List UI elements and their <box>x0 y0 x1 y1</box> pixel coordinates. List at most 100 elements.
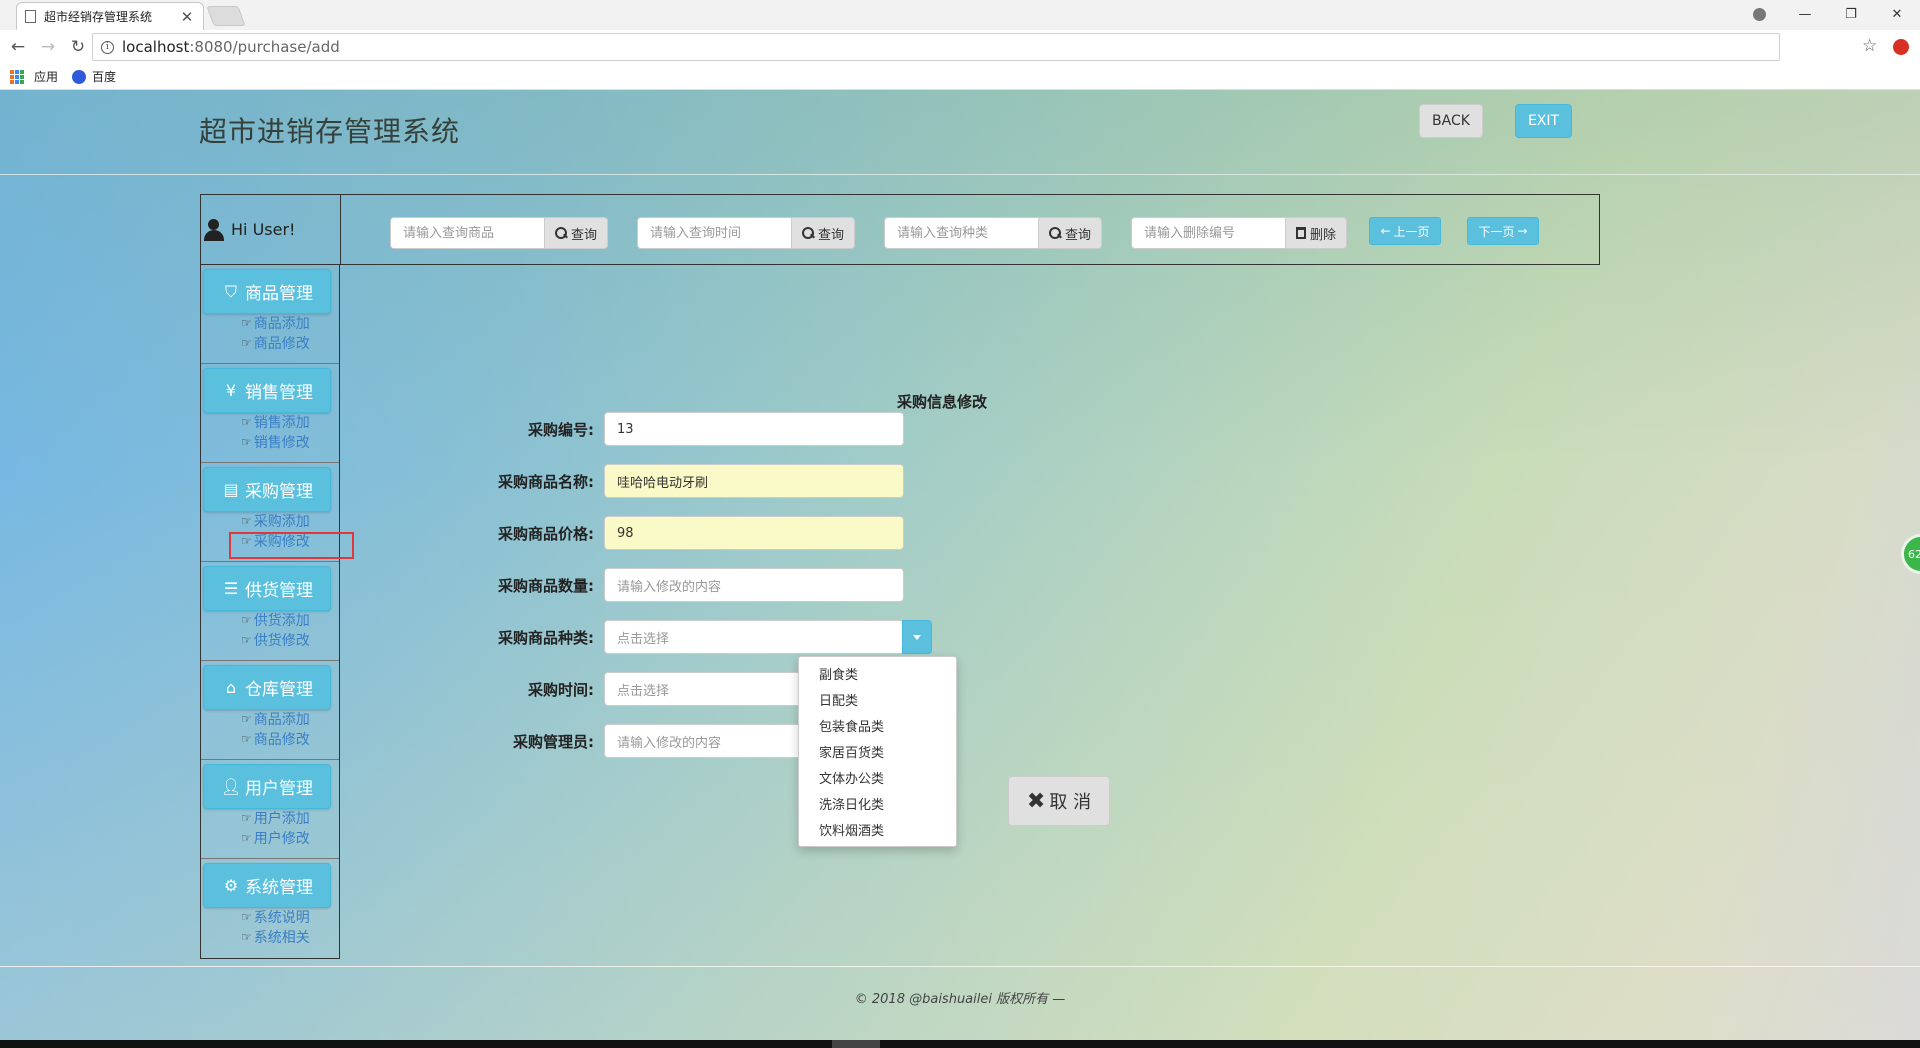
sidebar-link-warehouse-edit[interactable]: ☞ 商品修改 <box>241 729 310 749</box>
search-icon <box>1049 227 1061 239</box>
delete-id-input[interactable] <box>1131 217 1286 249</box>
floating-badge[interactable]: 62 <box>1901 534 1920 574</box>
sidebar-link-sales-edit[interactable]: ☞ 销售修改 <box>241 432 310 452</box>
user-icon <box>203 218 225 241</box>
field-label: 采购商品价格: <box>498 524 594 543</box>
field-label: 采购编号: <box>528 420 594 439</box>
sidebar-link-label: 供货修改 <box>253 633 310 649</box>
hand-pointer-icon: ☞ <box>241 336 252 350</box>
field-label: 采购商品数量: <box>498 576 594 595</box>
sidebar-link-label: 系统说明 <box>253 910 310 926</box>
user-icon: 👤︎ <box>221 777 242 796</box>
sidebar-link-warehouse-add[interactable]: ☞ 商品添加 <box>241 709 310 729</box>
restore-button[interactable]: ❐ <box>1828 0 1874 28</box>
bookmark-star-icon[interactable]: ☆ <box>1862 36 1877 56</box>
dropdown-option[interactable]: 日配类 <box>799 689 956 715</box>
hand-pointer-icon: ☞ <box>241 930 252 944</box>
hand-pointer-icon: ☞ <box>241 732 252 746</box>
sidebar-head-supply[interactable]: ☰ 供货管理 <box>203 566 331 611</box>
category-search-label: 查询 <box>1065 227 1092 243</box>
sidebar-link-label: 商品添加 <box>253 712 310 728</box>
product-search-input[interactable] <box>390 217 545 249</box>
yen-icon: ¥ <box>225 381 237 400</box>
bookmark-apps[interactable]: 应用 <box>34 68 58 85</box>
dropdown-option[interactable]: 文体办公类 <box>799 767 956 793</box>
sidebar-head-label: 采购管理 <box>245 482 313 502</box>
back-arrow-icon[interactable]: ← <box>6 35 30 59</box>
bookmark-baidu[interactable]: 百度 <box>92 68 116 85</box>
field-label: 采购管理员: <box>513 732 594 751</box>
sidebar-link-supply-add[interactable]: ☞ 供货添加 <box>241 610 310 630</box>
sidebar-head-warehouse[interactable]: ⌂ 仓库管理 <box>203 665 331 710</box>
hand-pointer-icon: ☞ <box>241 712 252 726</box>
exit-button[interactable]: EXIT <box>1515 104 1572 138</box>
dropdown-option[interactable]: 家居百货类 <box>799 741 956 767</box>
category-select[interactable]: 点击选择 <box>604 620 904 654</box>
sidebar-link-system-related[interactable]: ☞ 系统相关 <box>241 927 310 947</box>
product-price-input[interactable]: 98 <box>604 516 904 550</box>
info-icon[interactable]: i <box>101 40 114 54</box>
quantity-input[interactable]: 请输入修改的内容 <box>604 568 904 602</box>
dropdown-option[interactable]: 包装食品类 <box>799 715 956 741</box>
category-search-input[interactable] <box>884 217 1039 249</box>
extension-icon[interactable] <box>1893 39 1909 55</box>
close-window-button[interactable]: ✕ <box>1874 0 1920 28</box>
product-search-button[interactable]: 查询 <box>545 217 609 249</box>
sidebar-link-user-edit[interactable]: ☞ 用户修改 <box>241 828 310 848</box>
sidebar-link-label: 采购添加 <box>253 514 310 530</box>
form-row-category: 采购商品种类: 点击选择 <box>470 620 932 654</box>
sidebar-link-goods-add[interactable]: ☞ 商品添加 <box>241 313 310 333</box>
arrow-left-icon: ← <box>1380 224 1391 238</box>
arrow-right-icon: → <box>1517 224 1528 238</box>
sidebar-link-system-about[interactable]: ☞ 系统说明 <box>241 907 310 927</box>
forward-arrow-icon[interactable]: → <box>36 35 60 59</box>
time-search-input[interactable] <box>637 217 792 249</box>
account-button[interactable] <box>1736 0 1782 28</box>
sidebar-link-user-add[interactable]: ☞ 用户添加 <box>241 808 310 828</box>
dropdown-option[interactable]: 饮料烟酒类 <box>799 819 956 845</box>
category-search-group: 查询 <box>884 217 1103 249</box>
annotation-highlight-box <box>229 532 354 559</box>
taskbar-item[interactable] <box>832 1040 880 1048</box>
sidebar-head-label: 用户管理 <box>245 779 313 799</box>
next-page-button[interactable]: 下一页 → <box>1467 217 1539 245</box>
sidebar-link-supply-edit[interactable]: ☞ 供货修改 <box>241 630 310 650</box>
time-search-button[interactable]: 查询 <box>792 217 856 249</box>
sidebar-link-sales-add[interactable]: ☞ 销售添加 <box>241 412 310 432</box>
sidebar-head-label: 仓库管理 <box>245 680 313 700</box>
minimize-button[interactable]: — <box>1782 0 1828 28</box>
back-button[interactable]: BACK <box>1419 104 1483 138</box>
purchase-id-input[interactable]: 13 <box>604 412 904 446</box>
field-label: 采购商品种类: <box>498 628 594 647</box>
cog-icon: ⚙ <box>223 876 239 895</box>
url-input[interactable]: i localhost:8080/purchase/add <box>92 33 1780 61</box>
cancel-button[interactable]: ✖ 取 消 <box>1008 776 1110 826</box>
sidebar-head-user[interactable]: 👤︎ 用户管理 <box>203 764 331 809</box>
category-dropdown-toggle[interactable] <box>902 620 932 654</box>
sidebar-head-sales[interactable]: ¥ 销售管理 <box>203 368 331 413</box>
sidebar-head-system[interactable]: ⚙ 系统管理 <box>203 863 331 908</box>
dropdown-option[interactable]: 副食类 <box>799 663 956 689</box>
product-name-input[interactable]: 哇哈哈电动牙刷 <box>604 464 904 498</box>
tab-close-icon[interactable]: ✕ <box>179 8 195 26</box>
hand-pointer-icon: ☞ <box>241 811 252 825</box>
dropdown-option[interactable]: 洗涤日化类 <box>799 793 956 819</box>
sidebar-head-goods[interactable]: ⛉ 商品管理 <box>203 269 331 314</box>
new-tab-button[interactable] <box>206 6 246 26</box>
sidebar-head-label: 供货管理 <box>245 581 313 601</box>
reload-icon[interactable]: ↻ <box>66 35 90 59</box>
search-icon <box>802 227 814 239</box>
sidebar-link-goods-edit[interactable]: ☞ 商品修改 <box>241 333 310 353</box>
account-icon <box>1752 7 1766 21</box>
sidebar-link-purchase-add[interactable]: ☞ 采购添加 <box>241 511 310 531</box>
url-path: :8080/purchase/add <box>189 38 340 56</box>
delete-button[interactable]: 删除 <box>1286 217 1348 249</box>
sidebar-section-warehouse: ⌂ 仓库管理 ☞ 商品添加 ☞ 商品修改 <box>201 661 339 760</box>
sidebar-head-purchase[interactable]: ▤ 采购管理 <box>203 467 331 512</box>
category-search-button[interactable]: 查询 <box>1039 217 1103 249</box>
browser-tab[interactable]: 超市经销存管理系统 ✕ <box>16 2 204 30</box>
prev-page-button[interactable]: ← 上一页 <box>1369 217 1441 245</box>
page-title: 超市进销存管理系统 <box>199 115 461 148</box>
apps-grid-icon[interactable] <box>10 69 24 84</box>
sidebar-section-sales: ¥ 销售管理 ☞ 销售添加 ☞ 销售修改 <box>201 364 339 463</box>
